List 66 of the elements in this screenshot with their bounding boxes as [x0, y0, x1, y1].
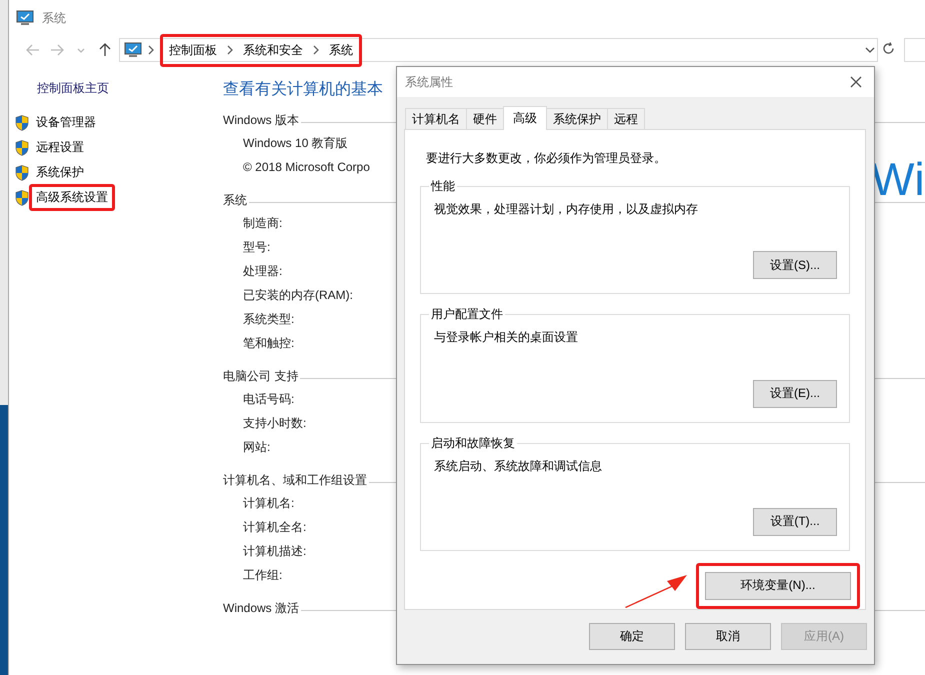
- info-label: 支持小时数:: [243, 416, 306, 430]
- shield-icon: [15, 140, 29, 156]
- windows-logo-text: Wi: [871, 152, 925, 206]
- highlight-frame[interactable]: 高级系统设置: [29, 184, 115, 211]
- computer-icon: [124, 42, 142, 58]
- settings-button[interactable]: 设置(E)...: [753, 380, 837, 408]
- sidebar-link[interactable]: 系统保护: [29, 159, 91, 186]
- info-label: 计算机描述:: [243, 544, 306, 558]
- dialog-title: 系统属性: [405, 74, 453, 90]
- breadcrumb-item[interactable]: 系统: [329, 42, 353, 58]
- breadcrumb-item[interactable]: 系统和安全: [243, 42, 303, 58]
- dialog-button[interactable]: 取消: [685, 623, 771, 650]
- environment-variables-button[interactable]: 环境变量(N)...: [705, 572, 851, 600]
- sidebar-link[interactable]: 设备管理器: [29, 109, 103, 136]
- tab[interactable]: 计算机名: [405, 108, 467, 129]
- computer-icon: [16, 10, 34, 26]
- dialog-button[interactable]: 确定: [589, 623, 675, 650]
- section-title: 系统: [223, 192, 247, 208]
- section-title: 计算机名、域和工作组设置: [223, 472, 367, 488]
- section-title: 电脑公司 支持: [223, 368, 298, 384]
- tab[interactable]: 高级: [503, 106, 547, 130]
- info-label: 处理器:: [243, 264, 282, 278]
- settings-button[interactable]: 设置(S)...: [753, 251, 837, 280]
- section-title: Windows 版本: [223, 112, 300, 128]
- shield-icon: [15, 114, 29, 130]
- info-label: 已安装的内存(RAM):: [243, 288, 353, 302]
- caret-icon: [77, 48, 85, 52]
- info-label: 制造商:: [243, 216, 282, 230]
- info-label: 电话号码:: [243, 392, 294, 406]
- back-icon: [26, 44, 40, 56]
- search-field[interactable]: [904, 38, 925, 62]
- chevron-icon: [148, 45, 154, 55]
- refresh-icon[interactable]: [882, 42, 894, 55]
- chevron-icon: [313, 45, 319, 55]
- notice-text: 要进行大多数更改，你必须作为管理员登录。: [426, 150, 667, 166]
- info-label: 笔和触控:: [243, 336, 294, 350]
- group-description: 视觉效果，处理器计划，内存使用，以及虚拟内存: [434, 201, 699, 218]
- group-description: 系统启动、系统故障和调试信息: [434, 458, 603, 475]
- settings-button[interactable]: 设置(T)...: [753, 508, 837, 536]
- group-title: 启动和故障恢复: [430, 434, 516, 452]
- group-title: 性能: [430, 178, 456, 195]
- info-label: 计算机名:: [243, 496, 294, 510]
- group-description: 与登录帐户相关的桌面设置: [434, 329, 579, 346]
- info-label: Windows 10 教育版: [243, 136, 348, 150]
- info-label: 型号:: [243, 240, 270, 254]
- info-label: 工作组:: [243, 568, 282, 582]
- page-heading: 查看有关计算机的基本: [223, 80, 383, 99]
- dropdown-icon[interactable]: [865, 47, 875, 53]
- section-title: Windows 激活: [223, 600, 300, 616]
- shield-icon: [15, 164, 29, 180]
- info-label: 计算机全名:: [243, 520, 306, 534]
- window-title: 系统: [42, 10, 66, 26]
- group-title: 用户配置文件: [430, 306, 504, 324]
- shield-icon: [15, 190, 29, 206]
- tab[interactable]: 远程: [607, 108, 645, 129]
- sidebar-link[interactable]: 控制面板主页: [15, 80, 223, 96]
- info-label: 系统类型:: [243, 312, 294, 326]
- forward-icon: [50, 44, 64, 56]
- close-icon: [850, 76, 862, 88]
- up-arrow-icon: [99, 43, 111, 57]
- sidebar-link[interactable]: 远程设置: [29, 134, 91, 161]
- breadcrumb-item[interactable]: 控制面板: [169, 42, 217, 58]
- info-label: 网站:: [243, 440, 270, 454]
- chevron-icon: [227, 45, 233, 55]
- pointer-arrow: [625, 574, 689, 608]
- info-label: © 2018 Microsoft Corpo: [243, 160, 370, 174]
